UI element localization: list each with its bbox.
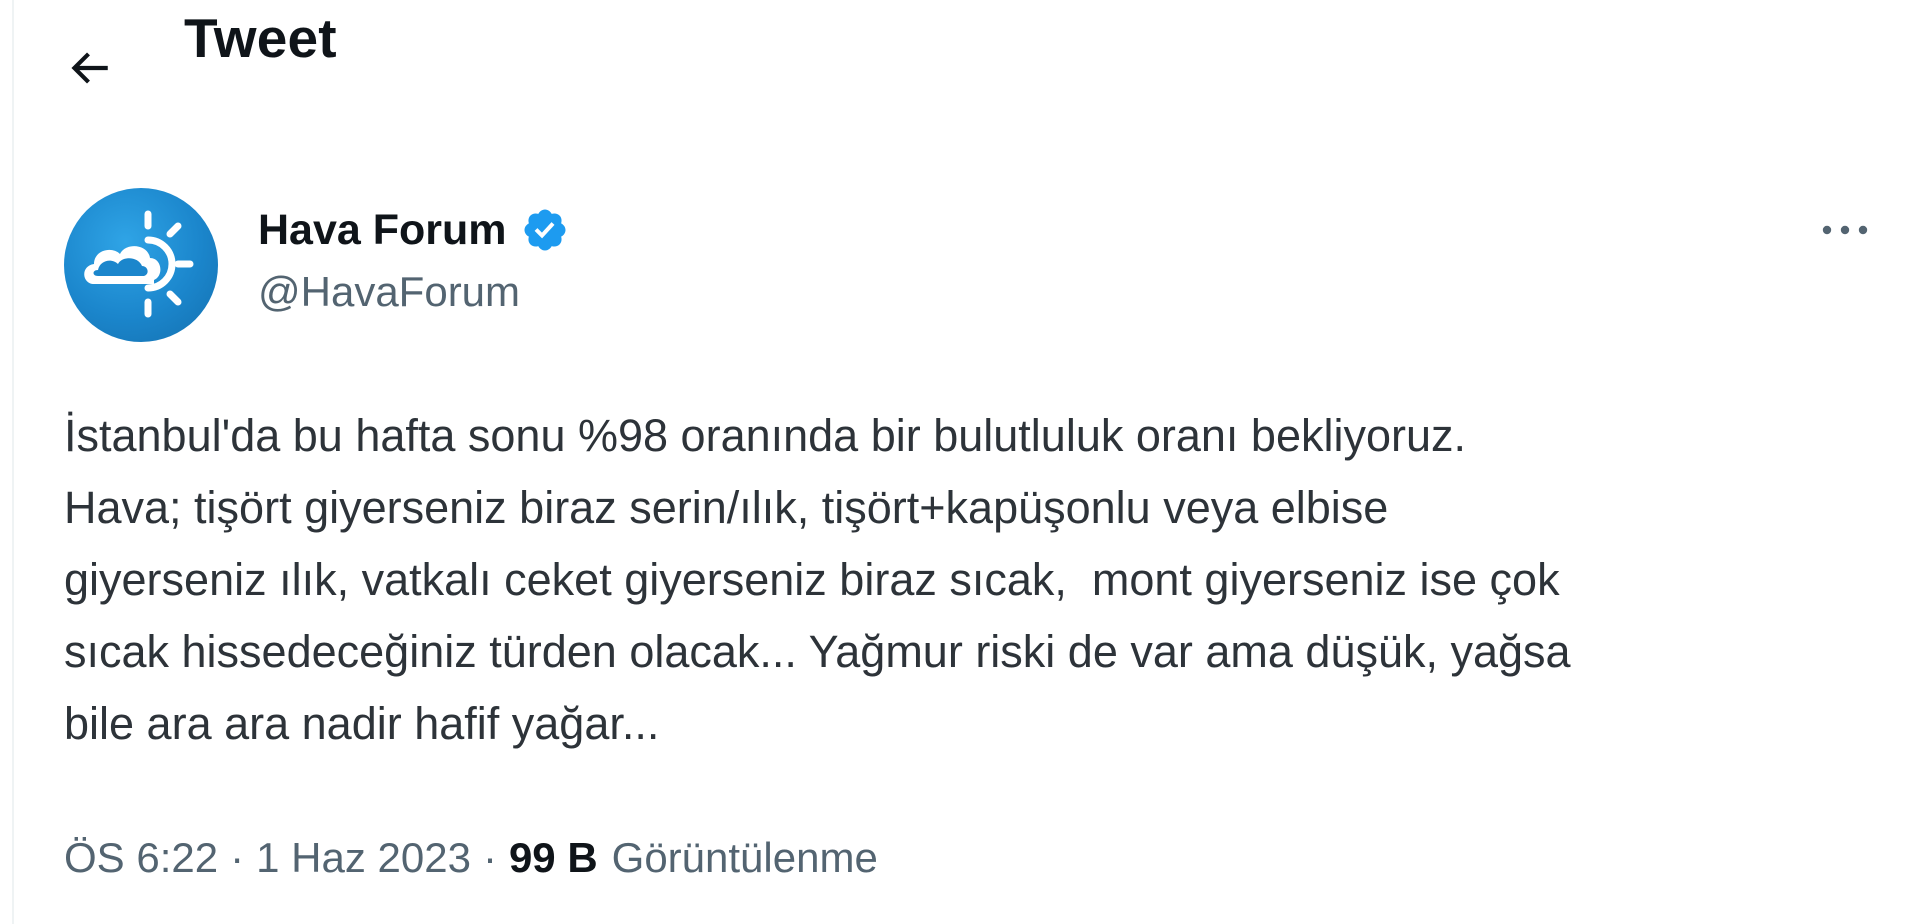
tweet-meta: ÖS 6:22 · 1 Haz 2023 · 99 B Görüntülenme xyxy=(64,834,878,882)
more-button[interactable] xyxy=(1810,205,1880,255)
cloud-sun-logo xyxy=(84,210,194,318)
page-title: Tweet xyxy=(184,7,337,69)
tweet-text-line: bile ara ara nadir hafif yağar... xyxy=(64,698,660,749)
author-name-row: Hava Forum xyxy=(258,200,569,260)
author-info: Hava Forum @HavaForum xyxy=(258,200,569,316)
views-count: 99 B xyxy=(508,834,598,881)
page-header xyxy=(60,28,121,108)
tweet-text-line: sıcak hissedeceğiniz türden olacak... Ya… xyxy=(64,626,1571,677)
tweet-page: Tweet Hava Forum @HavaForum İstanbul'da … xyxy=(0,0,1920,924)
tweet-time[interactable]: ÖS 6:22 xyxy=(64,834,218,882)
tweet-text-line: Hava; tişört giyerseniz biraz serin/ılık… xyxy=(64,482,1389,533)
more-dots-icon xyxy=(1822,225,1868,235)
arrow-left-icon xyxy=(71,52,108,84)
author-name[interactable]: Hava Forum xyxy=(258,206,507,255)
tweet-text-line: İstanbul'da bu hafta sonu %98 oranında b… xyxy=(64,410,1467,461)
column-divider xyxy=(12,0,14,924)
views-label: Görüntülenme xyxy=(611,834,878,881)
meta-separator: · xyxy=(230,834,245,881)
meta-separator: · xyxy=(482,834,497,881)
avatar[interactable] xyxy=(64,188,218,342)
verified-badge-icon xyxy=(524,209,566,251)
tweet-text-line: giyerseniz ılık, vatkalı ceket giyerseni… xyxy=(64,554,1560,605)
back-button[interactable] xyxy=(57,36,121,100)
tweet-text: İstanbul'da bu hafta sonu %98 oranında b… xyxy=(64,400,1864,760)
author-handle[interactable]: @HavaForum xyxy=(258,268,569,316)
tweet-date[interactable]: 1 Haz 2023 xyxy=(256,834,471,882)
